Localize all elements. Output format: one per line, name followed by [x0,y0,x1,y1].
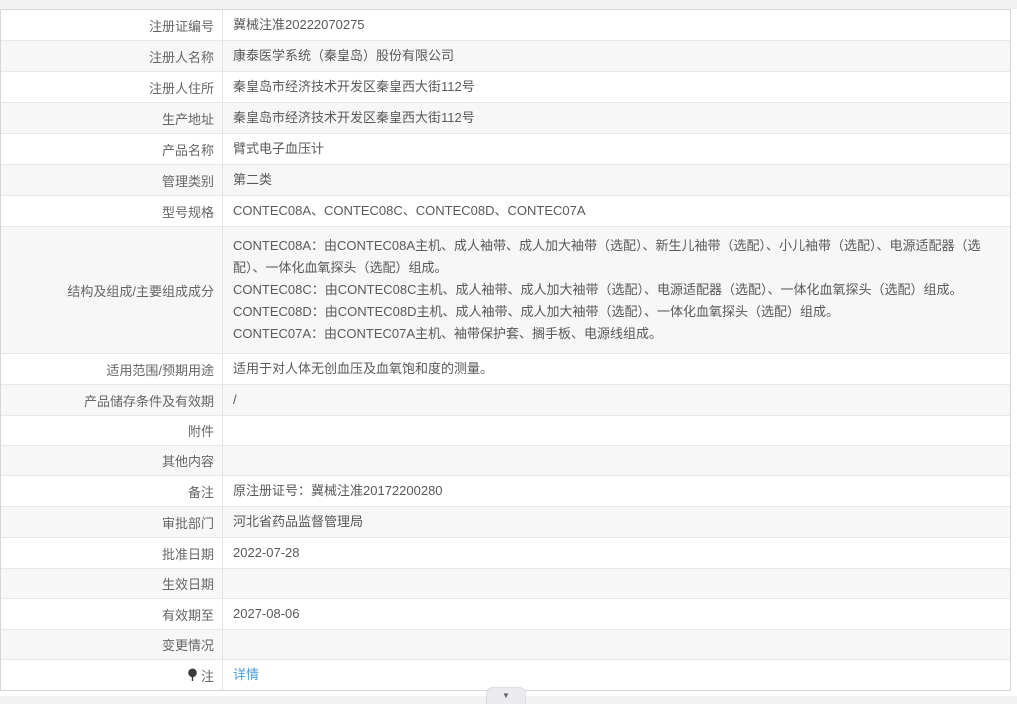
row-value: / [233,392,237,407]
table-row: 变更情况 [1,630,1010,660]
table-row: 其他内容 [1,446,1010,476]
row-value: 秦皇岛市经济技术开发区秦皇西大街112号 [233,79,475,94]
row-value: 详情 [223,660,1010,690]
row-label: 型号规格 [1,196,223,226]
row-value [223,640,1010,650]
table-row: 注册证编号 冀械注准20222070275 [1,10,1010,41]
table-row: 备注 原注册证号：冀械注准20172200280 [1,476,1010,507]
row-value [223,426,1010,436]
registration-detail-table: 注册证编号 冀械注准20222070275 注册人名称 康泰医学系统（秦皇岛）股… [0,9,1011,691]
chevron-down-icon: ▼ [502,691,510,700]
row-value: 河北省药品监督管理局 [233,514,364,529]
row-value: 康泰医学系统（秦皇岛）股份有限公司 [233,48,455,63]
row-label-text: 批准日期 [161,546,214,562]
row-label-text: 管理类别 [161,173,214,189]
row-label: 注册证编号 [1,10,223,40]
row-label-text: 附件 [187,424,214,439]
row-label: 生效日期 [1,569,223,598]
row-label-text: 变更情况 [161,638,214,653]
row-label: 结构及组成/主要组成成分 [1,227,223,353]
row-label-text: 其他内容 [161,454,214,469]
row-label: 变更情况 [1,630,223,659]
row-label: 批准日期 [1,538,223,568]
row-label: 备注 [1,476,223,506]
row-label: 注册人名称 [1,41,223,71]
collapse-panel-tab[interactable]: ▼ [486,687,526,704]
table-row: 结构及组成/主要组成成分 CONTEC08A：由CONTEC08A主机、成人袖带… [1,227,1010,354]
row-value [223,579,1010,589]
page-top-strip [0,0,1017,9]
row-value: 2027-08-06 [233,606,300,621]
row-value: 臂式电子血压计 [233,141,325,156]
row-value: CONTEC08A、CONTEC08C、CONTEC08D、CONTEC07A [233,203,586,218]
row-label: 注 [1,660,223,690]
table-row: 有效期至 2027-08-06 [1,599,1010,630]
table-row: 附件 [1,416,1010,446]
table-row: 审批部门 河北省药品监督管理局 [1,507,1010,538]
row-label-text: 型号规格 [161,204,214,220]
pin-icon [188,668,197,681]
table-row: 型号规格 CONTEC08A、CONTEC08C、CONTEC08D、CONTE… [1,196,1010,227]
row-label: 注册人住所 [1,72,223,102]
row-label: 产品储存条件及有效期 [1,385,223,415]
row-value: 2022-07-28 [233,545,300,560]
row-label: 附件 [1,416,223,445]
row-label-text: 注 [200,668,214,684]
table-row: 生效日期 [1,569,1010,599]
row-label-text: 注册人住所 [148,80,214,96]
row-value: CONTEC08A：由CONTEC08A主机、成人袖带、成人加大袖带（选配）、新… [233,238,981,341]
row-value [223,456,1010,466]
row-label-text: 产品名称 [161,142,214,158]
row-label: 产品名称 [1,134,223,164]
table-row: 批准日期 2022-07-28 [1,538,1010,569]
table-row: 注册人名称 康泰医学系统（秦皇岛）股份有限公司 [1,41,1010,72]
row-label: 生产地址 [1,103,223,133]
row-label: 管理类别 [1,165,223,195]
table-row: 注册人住所 秦皇岛市经济技术开发区秦皇西大街112号 [1,72,1010,103]
table-row: 产品储存条件及有效期 / [1,385,1010,416]
row-label-text: 注册证编号 [148,18,214,34]
row-value: 原注册证号：冀械注准20172200280 [233,483,443,498]
row-label-text: 生产地址 [161,111,214,127]
row-label-text: 结构及组成/主要组成成分 [67,283,214,299]
row-value: 秦皇岛市经济技术开发区秦皇西大街112号 [233,110,475,125]
table-row: 注 详情 [1,660,1010,690]
row-label: 适用范围/预期用途 [1,354,223,384]
row-label-text: 有效期至 [161,607,214,623]
table-row: 产品名称 臂式电子血压计 [1,134,1010,165]
row-value: 冀械注准20222070275 [233,17,365,32]
row-value: 第二类 [233,172,273,187]
row-label-text: 适用范围/预期用途 [106,362,214,378]
table-row: 适用范围/预期用途 适用于对人体无创血压及血氧饱和度的测量。 [1,354,1010,385]
row-label-text: 产品储存条件及有效期 [83,393,214,409]
row-label: 其他内容 [1,446,223,475]
row-label-text: 注册人名称 [148,49,214,65]
table-row: 管理类别 第二类 [1,165,1010,196]
row-label: 审批部门 [1,507,223,537]
row-value: 适用于对人体无创血压及血氧饱和度的测量。 [233,361,494,376]
row-label-text: 生效日期 [161,577,214,592]
details-link[interactable]: 详情 [233,667,259,682]
row-label-text: 备注 [187,484,214,500]
row-label: 有效期至 [1,599,223,629]
row-label-text: 审批部门 [161,515,214,531]
table-row: 生产地址 秦皇岛市经济技术开发区秦皇西大街112号 [1,103,1010,134]
